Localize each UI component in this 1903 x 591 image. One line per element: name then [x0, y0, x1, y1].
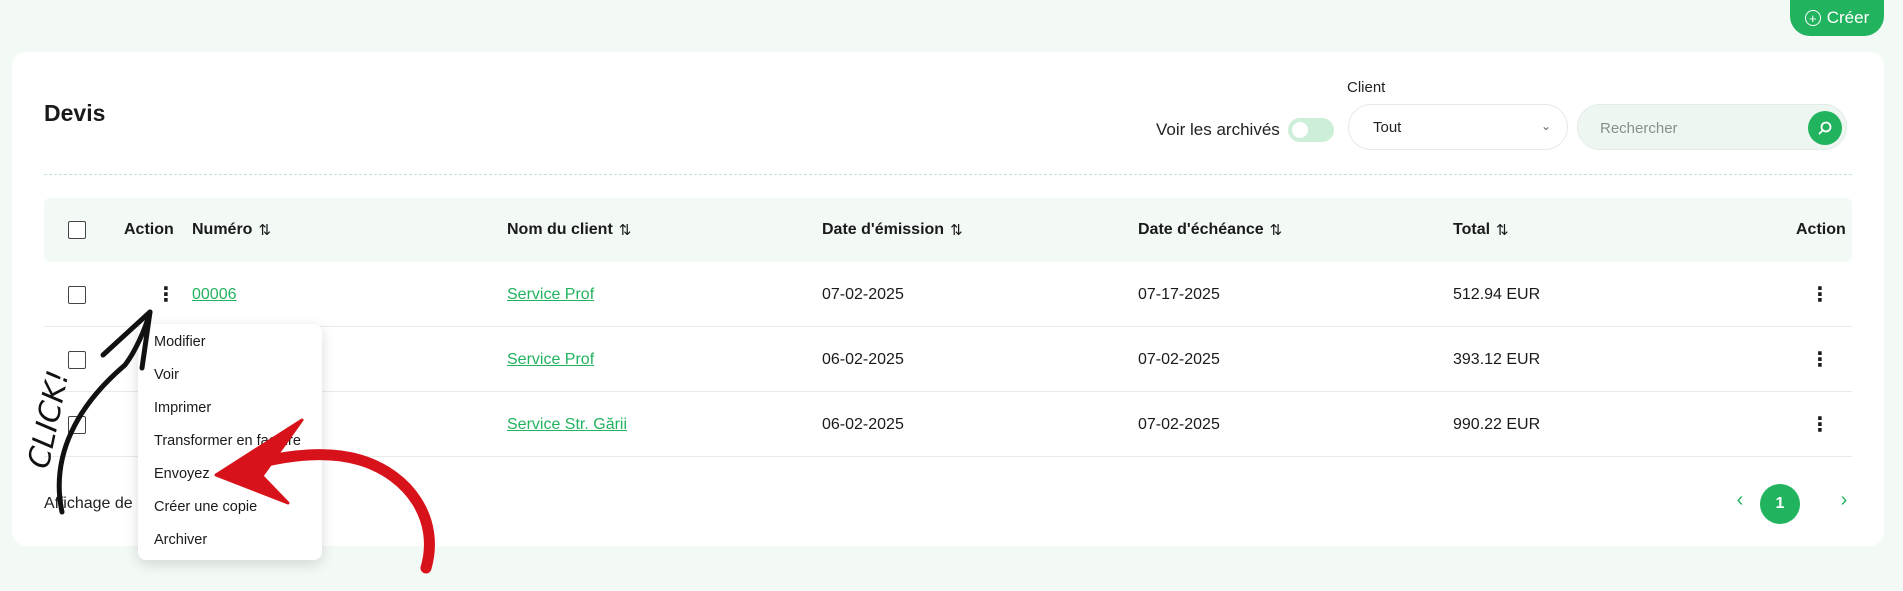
row-checkbox[interactable] [68, 415, 86, 434]
sort-icon: ⇅ [1496, 222, 1509, 239]
row-total: 512.94 EUR [1453, 285, 1541, 303]
menu-item-modifier[interactable]: Modifier [154, 334, 206, 350]
pagination-next-button[interactable]: › [1824, 480, 1864, 520]
row-date-echeance: 07-02-2025 [1138, 350, 1220, 368]
row-client: Service Prof [507, 262, 594, 327]
menu-item-envoyez[interactable]: Envoyez [154, 466, 210, 482]
row-numero-link[interactable]: 00006 [192, 286, 237, 304]
menu-item-imprimer[interactable]: Imprimer [154, 400, 211, 416]
column-header-numero-label: Numéro [192, 221, 253, 238]
row-more-icon[interactable]: ⋮ [1810, 327, 1830, 392]
column-header-action: Action [124, 221, 174, 238]
table-row: ⋮ 00006 Service Prof 07-02-2025 07-17-20… [44, 262, 1852, 327]
archived-toggle-label: Voir les archivés [1156, 120, 1280, 139]
sort-icon: ⇅ [618, 222, 632, 239]
table-header: Action Numéro ⇅ Nom du client ⇅ Date d'é… [44, 198, 1852, 262]
row-checkbox-cell [68, 392, 86, 457]
create-button[interactable]: + Créer [1790, 0, 1884, 36]
row-checkbox-cell [68, 262, 86, 327]
row-checkbox[interactable] [68, 350, 86, 369]
row-date-emission: 06-02-2025 [822, 350, 904, 368]
column-header-date-echeance-label: Date d'échéance [1138, 221, 1264, 238]
menu-item-transformer[interactable]: Transformer en facture [154, 433, 301, 449]
column-header-numero[interactable]: Numéro ⇅ [192, 198, 271, 262]
menu-item-voir[interactable]: Voir [154, 367, 179, 383]
search-input[interactable] [1600, 117, 1800, 139]
select-all-cell [68, 198, 86, 262]
archived-toggle[interactable] [1288, 118, 1334, 142]
sort-icon: ⇅ [1269, 222, 1283, 239]
column-header-date-emission-label: Date d'émission [822, 221, 945, 238]
plus-circle-icon: + [1804, 10, 1821, 26]
client-select-value: Tout [1373, 118, 1402, 136]
row-date-emission: 06-02-2025 [822, 415, 904, 433]
row-action-dropdown: Modifier Voir Imprimer Transformer en fa… [138, 324, 322, 560]
page-title: Devis [44, 100, 106, 126]
client-filter-label: Client [1347, 79, 1386, 96]
row-total: 393.12 EUR [1453, 350, 1541, 368]
row-client: Service Prof [507, 327, 594, 392]
row-date-echeance: 07-02-2025 [1138, 415, 1220, 433]
row-more-icon[interactable]: ⋮ [1810, 262, 1830, 327]
column-header-client[interactable]: Nom du client ⇅ [507, 198, 631, 262]
row-client-link[interactable]: Service Prof [507, 286, 594, 304]
row-client-link[interactable]: Service Prof [507, 351, 594, 369]
column-header-date-echeance[interactable]: Date d'échéance ⇅ [1138, 198, 1282, 262]
column-header-total[interactable]: Total ⇅ [1453, 198, 1509, 262]
column-header-client-label: Nom du client [507, 221, 613, 238]
pagination-page-current[interactable]: 1 [1760, 484, 1800, 524]
chevron-right-icon: › [1840, 488, 1848, 511]
chevron-down-icon: ⌄ [1540, 119, 1551, 133]
row-total: 990.22 EUR [1453, 415, 1541, 433]
column-header-date-emission[interactable]: Date d'émission ⇅ [822, 198, 963, 262]
row-more-icon[interactable]: ⋮ [1810, 392, 1830, 457]
select-all-checkbox[interactable] [68, 221, 86, 239]
row-numero: 00006 [192, 262, 237, 327]
menu-item-archiver[interactable]: Archiver [154, 532, 207, 548]
toggle-knob [1292, 122, 1308, 138]
search-box [1577, 104, 1847, 150]
row-date-echeance: 07-17-2025 [1138, 285, 1220, 303]
row-client: Service Str. Gării [507, 392, 627, 457]
row-checkbox-cell [68, 327, 86, 392]
row-date-emission: 07-02-2025 [822, 285, 904, 303]
sort-icon: ⇅ [258, 222, 272, 239]
create-button-label: Créer [1826, 8, 1870, 27]
menu-item-creer-copie[interactable]: Créer une copie [154, 499, 257, 515]
row-action-menu-icon[interactable]: ⋮ [156, 262, 176, 327]
row-client-link[interactable]: Service Str. Gării [507, 416, 627, 434]
column-header-action-right: Action [1796, 221, 1846, 238]
column-header-total-label: Total [1453, 221, 1491, 238]
header-divider [44, 174, 1852, 175]
pagination-prev-button[interactable]: ‹ [1720, 480, 1760, 520]
row-checkbox[interactable] [68, 285, 86, 304]
search-button[interactable] [1808, 111, 1842, 145]
client-select[interactable]: Tout ⌄ [1348, 104, 1568, 150]
chevron-left-icon: ‹ [1736, 488, 1744, 511]
pagination-summary: Affichage de [44, 495, 133, 512]
search-icon [1818, 121, 1832, 135]
sort-icon: ⇅ [950, 222, 963, 239]
